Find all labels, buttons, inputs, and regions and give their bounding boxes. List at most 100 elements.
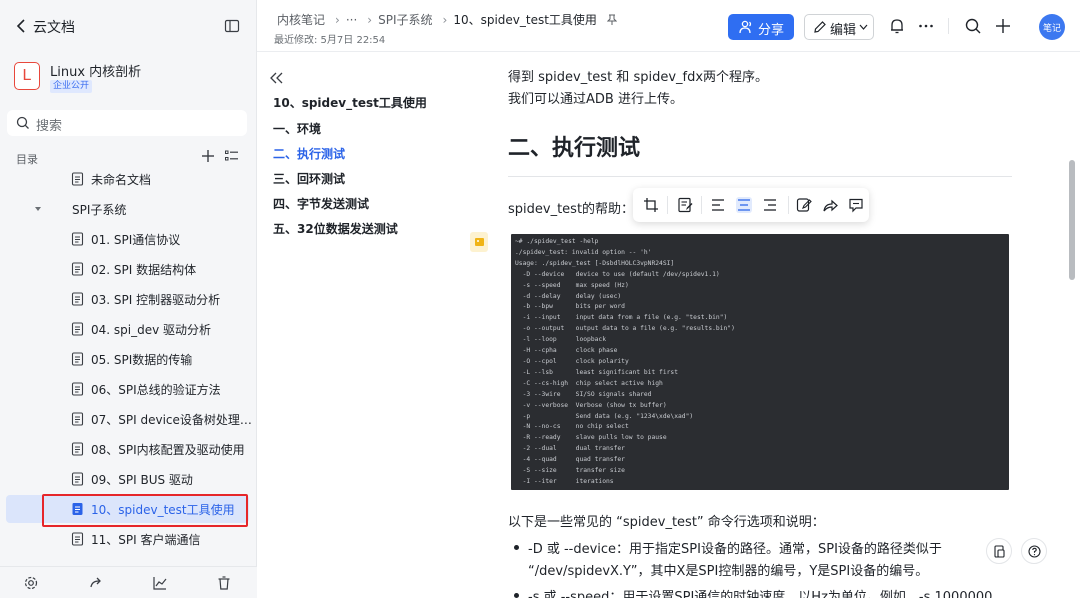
- share-arrow-icon[interactable]: [822, 197, 838, 213]
- edit-image-icon[interactable]: [796, 197, 812, 213]
- search-icon: [16, 116, 29, 129]
- outline-item[interactable]: 三、回环测试: [273, 170, 345, 187]
- tree-doc-item[interactable]: 09、SPI BUS 驱动: [6, 465, 249, 493]
- outline-title[interactable]: 10、spidev_test工具使用: [273, 94, 427, 111]
- terminal-line: -2 --dual dual transfer: [515, 445, 625, 453]
- plus-icon[interactable]: [994, 17, 1012, 35]
- bullet-text: “/dev/spidevX.Y”，其中X是SPI控制器的编号，Y是SPI设备的编…: [528, 564, 929, 579]
- sidebar-footer: [0, 566, 257, 598]
- tree-doc-item[interactable]: 05. SPI数据的传输: [6, 345, 249, 373]
- pin-icon[interactable]: [606, 14, 617, 26]
- align-right-icon[interactable]: [762, 197, 778, 213]
- share-button[interactable]: 分享: [728, 14, 794, 40]
- sidebar-title[interactable]: 云文档: [33, 17, 75, 37]
- list-view-icon[interactable]: [224, 148, 240, 164]
- terminal-screenshot[interactable]: ~# ./spidev_test -help ./spidev_test: inv…: [511, 234, 1009, 490]
- add-icon[interactable]: [200, 148, 216, 164]
- tree-item-label: 04. spi_dev 驱动分析: [91, 323, 212, 337]
- crop-icon[interactable]: [643, 197, 659, 213]
- collapse-outline-icon[interactable]: [269, 71, 285, 85]
- align-center-icon[interactable]: [736, 197, 752, 213]
- terminal-line: -p Send data (e.g. "1234\xde\xad"): [515, 412, 694, 420]
- user-add-icon: [739, 20, 752, 34]
- breadcrumb-item[interactable]: 内核笔记: [277, 13, 325, 27]
- doc-content: 得到 spidev_test 和 spidev_fdx两个程序。 我们可以通过A…: [470, 52, 1080, 598]
- tree-item-label: 11、SPI 客户端通信: [91, 533, 201, 547]
- edit-button[interactable]: 编辑: [804, 14, 874, 40]
- outline-item[interactable]: 一、环境: [273, 120, 321, 137]
- paragraph: 得到 spidev_test 和 spidev_fdx两个程序。: [508, 70, 769, 85]
- avatar[interactable]: 笔记: [1039, 14, 1065, 40]
- outline-item[interactable]: 二、执行测试: [273, 145, 345, 162]
- tree-doc-item[interactable]: 未命名文档: [6, 165, 249, 193]
- tree-item-label: 未命名文档: [91, 173, 152, 187]
- tree-item-label: 05. SPI数据的传输: [91, 353, 193, 367]
- header-divider: [948, 18, 949, 34]
- doc-info-button[interactable]: [986, 538, 1012, 564]
- analytics-icon[interactable]: [152, 575, 168, 591]
- tree-doc-item[interactable]: 08、SPI内核配置及驱动使用: [6, 435, 249, 463]
- workspace-logo[interactable]: L: [14, 62, 40, 90]
- caret-down-icon[interactable]: [34, 205, 42, 213]
- bell-icon[interactable]: [888, 17, 906, 35]
- breadcrumb-item[interactable]: ···: [346, 13, 357, 27]
- help-button[interactable]: [1021, 538, 1047, 564]
- trash-icon[interactable]: [216, 575, 232, 591]
- breadcrumb: 内核笔记 › ··· › SPI子系统 › 10、spidev_test工具使用: [277, 11, 617, 28]
- image-tag-icon[interactable]: [470, 232, 488, 252]
- settings-icon[interactable]: [23, 575, 39, 591]
- tree-doc-item[interactable]: 06、SPI总线的验证方法: [6, 375, 249, 403]
- bullet-text: -D 或 --device：用于指定SPI设备的路径。通常，SPI设备的路径类似…: [528, 542, 942, 557]
- tree-doc-item[interactable]: 04. spi_dev 驱动分析: [6, 315, 249, 343]
- terminal-line: -d --delay delay (usec): [515, 292, 622, 300]
- search-input[interactable]: 搜索: [7, 110, 247, 136]
- terminal-line: Usage: ./spidev_test [-DsbdlHOLC3vpNR24S…: [515, 259, 675, 267]
- tree-doc-item[interactable]: 07、SPI device设备树处理…: [6, 405, 252, 433]
- breadcrumb-separator: ›: [442, 13, 448, 27]
- breadcrumb-item[interactable]: SPI子系统: [378, 13, 432, 27]
- terminal-line: -D --device device to use (default /dev/…: [515, 270, 720, 278]
- tree-item-label: 01. SPI通信协议: [91, 233, 181, 247]
- terminal-line: -v --verbose Verbose (show tx buffer): [515, 401, 667, 409]
- chevron-left-icon[interactable]: [12, 16, 32, 36]
- annotate-icon[interactable]: [677, 197, 693, 213]
- comment-icon[interactable]: [848, 197, 864, 213]
- tree-item-label: 07、SPI device设备树处理…: [91, 413, 252, 427]
- more-icon[interactable]: [917, 17, 935, 35]
- tree-item-label: 02. SPI 数据结构体: [91, 263, 197, 277]
- document-icon: [71, 232, 84, 246]
- terminal-line: -l --loop loopback: [515, 336, 606, 344]
- document-icon: [71, 322, 84, 336]
- outline-item[interactable]: 四、字节发送测试: [273, 195, 369, 212]
- tree-item-label: 03. SPI 控制器驱动分析: [91, 293, 221, 307]
- edit-label: 编辑: [830, 23, 857, 38]
- document-icon: [71, 352, 84, 366]
- terminal-line: -o --output output data to a file (e.g. …: [515, 325, 735, 333]
- toolbar-separator: [667, 196, 668, 214]
- sidebar-toggle-icon[interactable]: [224, 18, 240, 34]
- share-out-icon[interactable]: [88, 575, 104, 591]
- tree-folder[interactable]: SPI子系统: [6, 195, 249, 223]
- workspace-name[interactable]: Linux 内核剖析: [50, 61, 141, 80]
- terminal-line: -i --input input data from a file (e.g. …: [515, 314, 728, 322]
- tree-item-label: SPI子系统: [72, 203, 127, 217]
- terminal-line: -H --cpha clock phase: [515, 347, 618, 355]
- breadcrumb-separator: ›: [335, 13, 340, 27]
- tree-doc-item[interactable]: 11、SPI 客户端通信: [6, 525, 249, 553]
- document-icon: [71, 532, 84, 546]
- tree-doc-item[interactable]: 03. SPI 控制器驱动分析: [6, 285, 249, 313]
- document-icon: [71, 172, 84, 186]
- bullet: [514, 545, 519, 550]
- terminal-line: -b --bpw bits per word: [515, 303, 625, 311]
- scrollbar[interactable]: [1069, 160, 1075, 280]
- divider: [508, 176, 1012, 177]
- search-icon[interactable]: [964, 17, 982, 35]
- tree-doc-item[interactable]: 01. SPI通信协议: [6, 225, 249, 253]
- terminal-line: -O --cpol clock polarity: [515, 357, 629, 365]
- align-left-icon[interactable]: [710, 197, 726, 213]
- terminal-line: -3 --3wire SI/SO signals shared: [515, 390, 652, 398]
- outline-item[interactable]: 五、32位数据发送测试: [273, 220, 398, 237]
- last-modified: 最近修改: 5月7日 22:54: [274, 35, 386, 46]
- tree-doc-item[interactable]: 02. SPI 数据结构体: [6, 255, 249, 283]
- terminal-line: -L --lsb least significant bit first: [515, 368, 679, 376]
